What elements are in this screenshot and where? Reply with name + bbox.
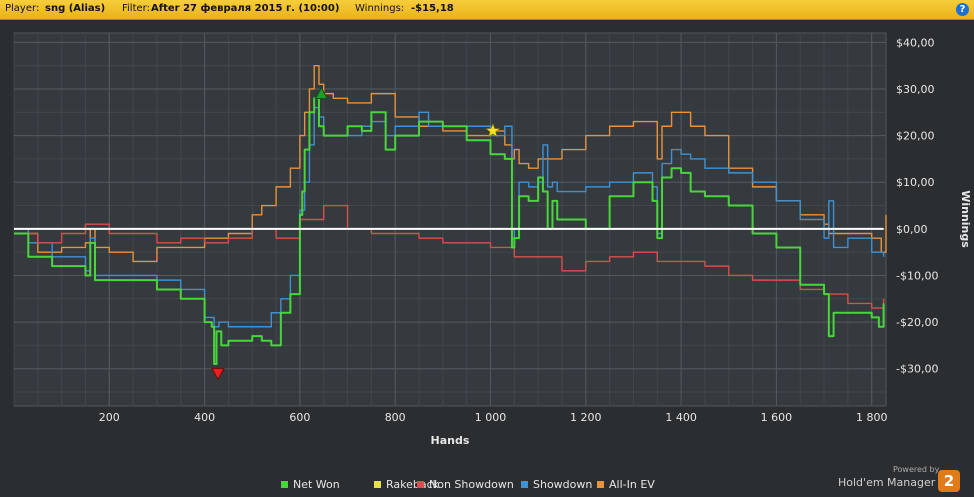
y-tick-label: -$30,00 xyxy=(896,363,938,376)
y-tick-label: $20,00 xyxy=(896,130,935,143)
y-tick-label: $10,00 xyxy=(896,176,935,189)
legend-label: All-In EV xyxy=(609,477,655,491)
x-tick-label: 400 xyxy=(194,411,215,424)
x-axis-label: Hands xyxy=(431,434,470,447)
y-tick-label: $0,00 xyxy=(896,223,928,236)
legend-label: Net Won xyxy=(293,477,340,491)
legend-net-won[interactable]: Net Won xyxy=(281,477,340,491)
x-tick-label: 200 xyxy=(99,411,120,424)
brand-name: Hold'em Manager xyxy=(838,476,936,489)
hm2-logo-icon: 2 xyxy=(938,470,960,492)
x-tick-label: 1 000 xyxy=(475,411,507,424)
legend-swatch xyxy=(521,480,528,488)
y-axis-label: Winnings xyxy=(959,190,972,248)
x-tick-label: 800 xyxy=(385,411,406,424)
legend-swatch xyxy=(281,480,288,488)
legend-swatch xyxy=(417,480,424,488)
powered-by-text: Powered by xyxy=(893,465,940,474)
y-tick-label: -$20,00 xyxy=(896,316,938,329)
legend-showdown[interactable]: Showdown xyxy=(521,477,592,491)
legend-all-in-ev[interactable]: All-In EV xyxy=(597,477,655,491)
x-tick-label: 1 800 xyxy=(856,411,888,424)
x-tick-label: 600 xyxy=(289,411,310,424)
winnings-chart: 200 400 600 800 1 000 1 200 1 400 1 600 1 800 -$3… xyxy=(13,32,972,447)
y-tick-label: -$10,00 xyxy=(896,269,938,282)
legend-label: Showdown xyxy=(533,477,593,491)
y-tick-label: $40,00 xyxy=(896,36,935,49)
x-tick-label: 1 200 xyxy=(570,411,602,424)
legend-swatch xyxy=(374,480,381,488)
legend-swatch xyxy=(597,480,604,488)
y-tick-label: $30,00 xyxy=(896,83,935,96)
legend-label: Non Showdown xyxy=(429,477,514,491)
x-tick-label: 1 400 xyxy=(665,411,697,424)
legend-non-showdown[interactable]: Non Showdown xyxy=(417,477,514,491)
x-tick-label: 1 600 xyxy=(761,411,793,424)
